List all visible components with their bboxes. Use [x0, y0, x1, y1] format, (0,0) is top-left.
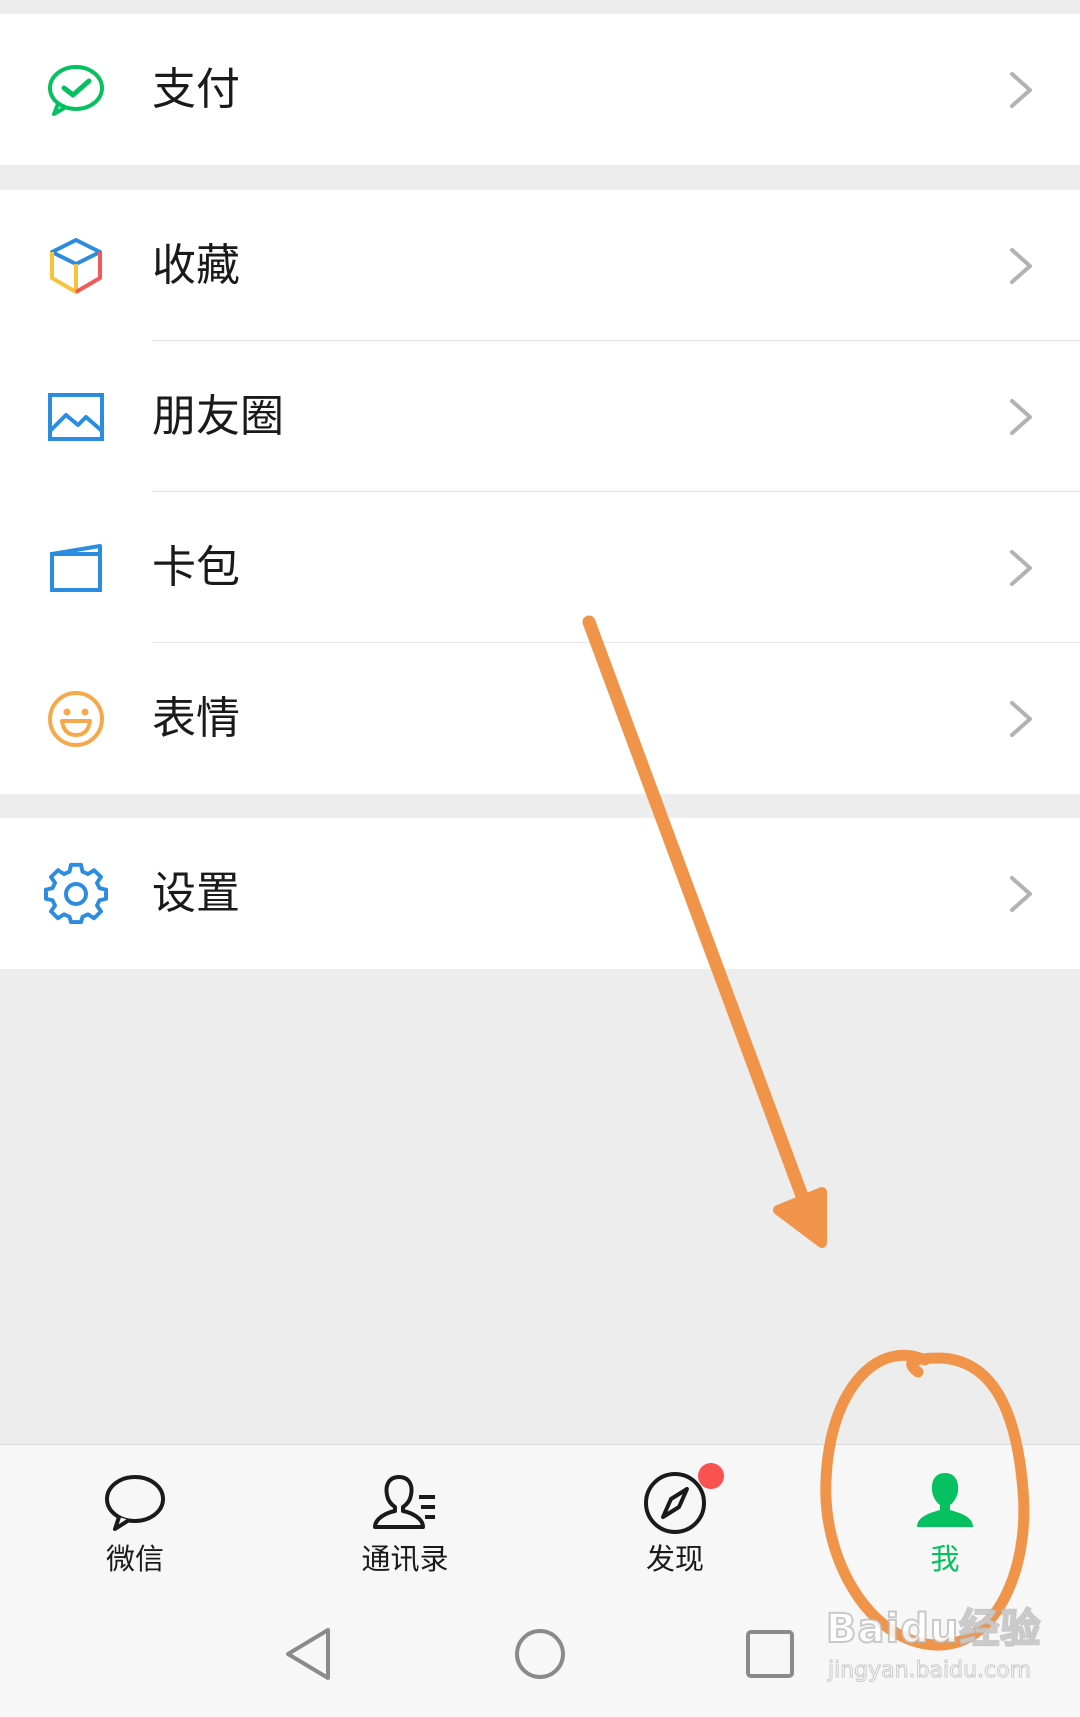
menu-item-label: 支付 — [152, 63, 240, 115]
wechat-pay-icon — [44, 58, 108, 122]
chevron-right-icon — [1006, 70, 1036, 110]
menu-group-pay: 支付 — [0, 14, 1080, 165]
menu-item-label: 卡包 — [152, 541, 240, 593]
menu-item-moments[interactable]: 朋友圈 — [0, 341, 1080, 492]
menu-item-stickers[interactable]: 表情 — [0, 643, 1080, 794]
tab-label: 微信 — [105, 1542, 164, 1576]
favorites-cube-icon — [44, 234, 108, 298]
menu-item-label: 表情 — [152, 692, 240, 744]
me-person-icon — [909, 1467, 981, 1539]
tab-contacts[interactable]: 通讯录 — [270, 1445, 540, 1593]
card-wallet-icon — [44, 536, 108, 600]
notification-dot-badge — [698, 1463, 724, 1489]
contacts-icon — [369, 1467, 441, 1539]
menu-group-settings: 设置 — [0, 818, 1080, 969]
menu-item-label: 设置 — [152, 867, 240, 919]
home-circle-icon[interactable] — [508, 1622, 572, 1686]
tab-label: 发现 — [645, 1542, 704, 1576]
moments-image-icon — [44, 385, 108, 449]
menu-item-favorites[interactable]: 收藏 — [0, 190, 1080, 341]
chevron-right-icon — [1006, 874, 1036, 914]
system-navigation-bar — [0, 1592, 1080, 1717]
menu-item-card-wallet[interactable]: 卡包 — [0, 492, 1080, 643]
tab-label: 我 — [930, 1542, 960, 1576]
menu-item-label: 朋友圈 — [152, 390, 284, 442]
tab-chats[interactable]: 微信 — [0, 1445, 270, 1593]
menu-group-main: 收藏 朋友圈 卡包 表情 — [0, 190, 1080, 794]
tab-discover[interactable]: 发现 — [540, 1445, 810, 1593]
tab-label: 通讯录 — [361, 1542, 449, 1576]
chevron-right-icon — [1006, 246, 1036, 286]
menu-item-pay[interactable]: 支付 — [0, 14, 1080, 165]
chevron-right-icon — [1006, 397, 1036, 437]
back-triangle-icon[interactable] — [278, 1622, 342, 1686]
chevron-right-icon — [1006, 699, 1036, 739]
tab-me[interactable]: 我 — [810, 1445, 1080, 1593]
menu-item-label: 收藏 — [152, 239, 240, 291]
chevron-right-icon — [1006, 548, 1036, 588]
chat-bubble-icon — [99, 1467, 171, 1539]
bottom-tab-bar: 微信 通讯录 发现 我 — [0, 1444, 1080, 1592]
gear-icon — [44, 862, 108, 926]
recents-square-icon[interactable] — [738, 1622, 802, 1686]
annotation-arrowhead — [773, 1187, 827, 1248]
sticker-smile-icon — [44, 687, 108, 751]
menu-item-settings[interactable]: 设置 — [0, 818, 1080, 969]
